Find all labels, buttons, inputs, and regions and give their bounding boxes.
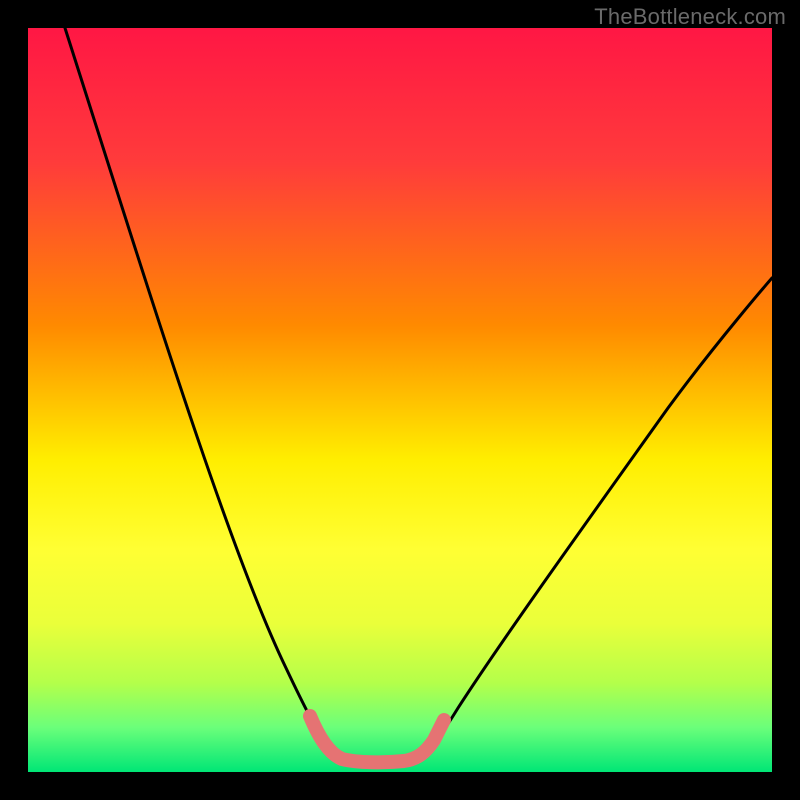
plot-area	[28, 28, 772, 772]
chart-svg	[28, 28, 772, 772]
chart-frame: TheBottleneck.com	[0, 0, 800, 800]
watermark-text: TheBottleneck.com	[594, 4, 786, 30]
gradient-background	[28, 28, 772, 772]
